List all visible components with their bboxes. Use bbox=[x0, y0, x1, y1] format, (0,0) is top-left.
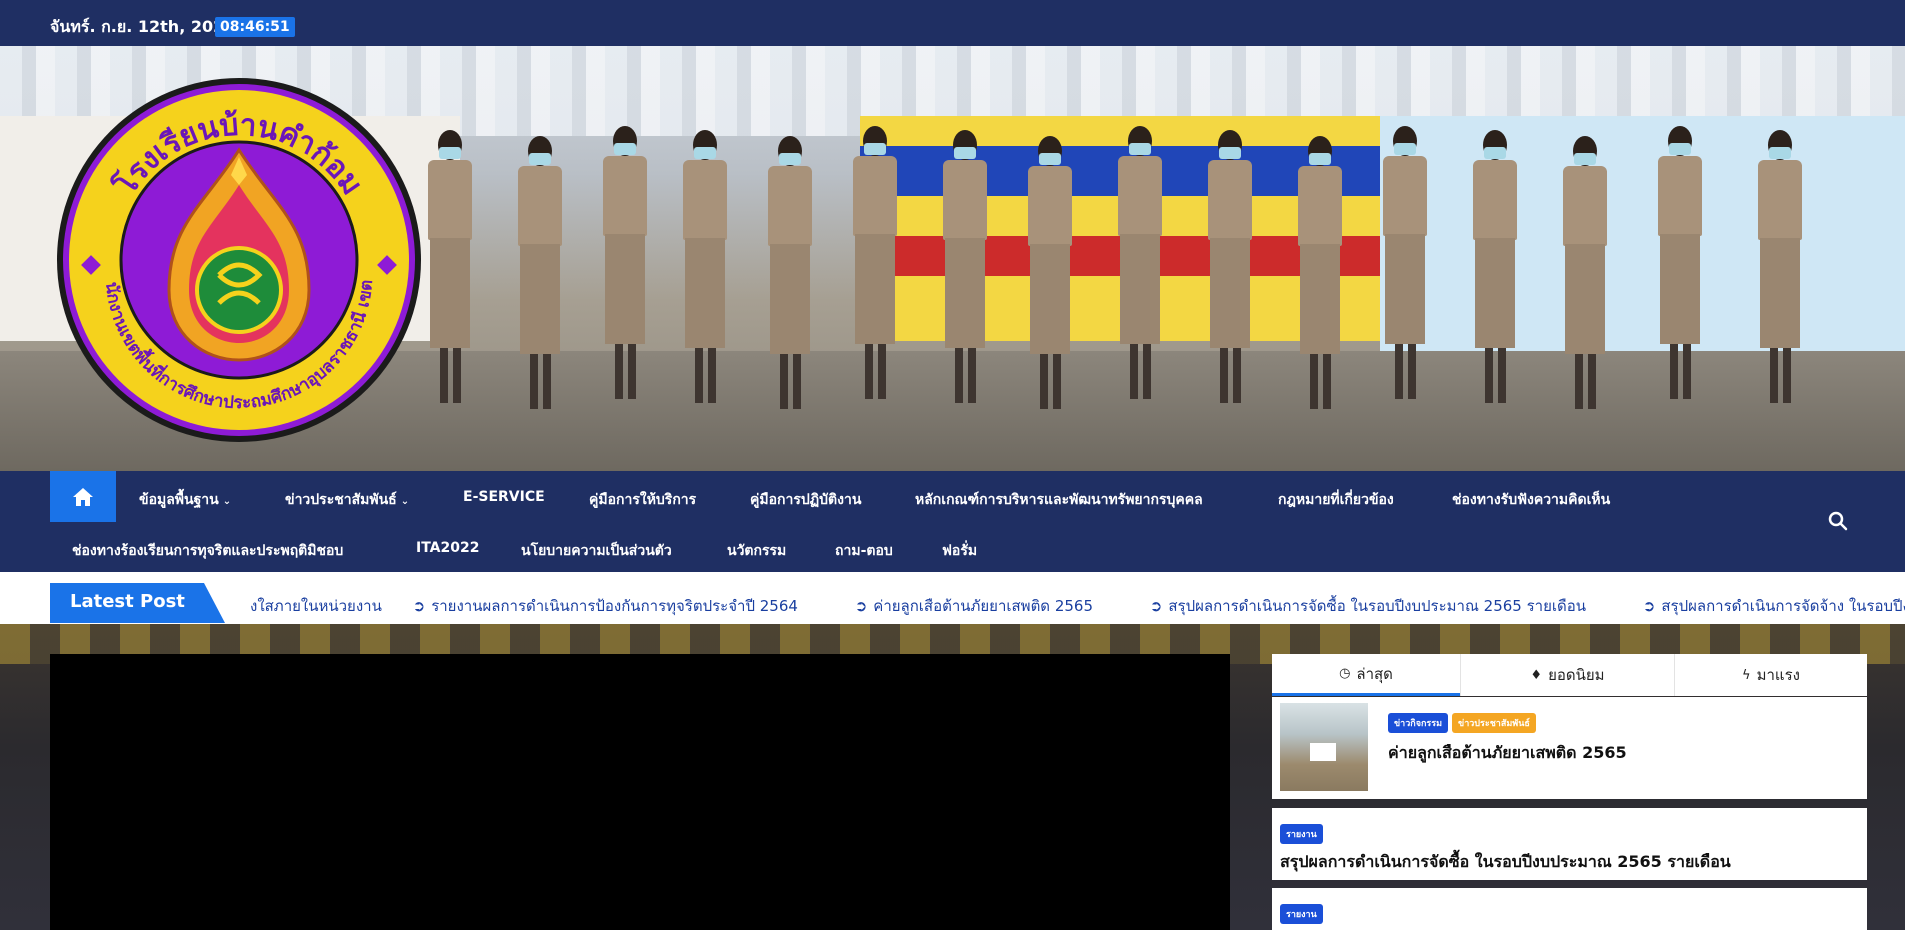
ticker-items: งใสภายในหน่วยงาน ➲ รายงานผลการดำเนินการป้… bbox=[250, 594, 1905, 618]
banner-person bbox=[760, 136, 820, 416]
home-icon bbox=[73, 487, 93, 506]
search-icon[interactable] bbox=[1828, 511, 1848, 531]
nav-item-basic-info[interactable]: ข้อมูลพื้นฐาน ⌄ bbox=[139, 489, 231, 511]
circle-arrow-icon: ➲ bbox=[1642, 597, 1656, 615]
banner-person bbox=[420, 130, 480, 410]
clock-icon: ◷ bbox=[1339, 666, 1351, 681]
nav-item-news[interactable]: ข่าวประชาสัมพันธ์ ⌄ bbox=[285, 489, 409, 511]
sidebar-tabs: ◷ ล่าสุด ♦ ยอดนิยม ϟ มาแรง bbox=[1272, 654, 1867, 696]
banner-people bbox=[420, 126, 1840, 409]
featured-video[interactable] bbox=[50, 654, 1230, 930]
nav-item-ita2022[interactable]: ITA2022 bbox=[416, 540, 479, 556]
nav-item-e-service[interactable]: E-SERVICE bbox=[463, 489, 545, 505]
ticker-item[interactable]: ➲สรุปผลการดำเนินการจัดจ้าง ในรอบปีงบประ bbox=[1643, 597, 1905, 615]
banner-person bbox=[1290, 136, 1350, 416]
nav-item-innovation[interactable]: นวัตกรรม bbox=[727, 540, 786, 562]
banner-person bbox=[1465, 130, 1525, 410]
nav-item-hr-criteria[interactable]: หลักเกณฑ์การบริหารและพัฒนาทรัพยากรบุคคล bbox=[915, 489, 1203, 511]
top-bar: จันทร์. ก.ย. 12th, 2022 08:46:51 bbox=[0, 0, 1905, 46]
nav-label: ข่าวประชาสัมพันธ์ bbox=[285, 492, 397, 508]
banner-person bbox=[1110, 126, 1170, 406]
school-logo[interactable]: โรงเรียนบ้านคำก้อม สำนักงานเขตพื้นที่การ… bbox=[54, 75, 424, 445]
main-navigation: ข้อมูลพื้นฐาน ⌄ ข่าวประชาสัมพันธ์ ⌄ E-SERV… bbox=[0, 471, 1905, 572]
ticker-item[interactable]: ➲ สรุปผลการดำเนินการจัดซื้อ ในรอบปีงบประม… bbox=[1150, 597, 1612, 615]
category-badge[interactable]: รายงาน bbox=[1280, 824, 1323, 844]
nav-item-operation-manual[interactable]: คู่มือการปฏิบัติงาน bbox=[750, 489, 861, 511]
post-categories: ข่าวกิจกรรม ข่าวประชาสัมพันธ์ bbox=[1388, 711, 1540, 733]
post-categories: รายงาน bbox=[1280, 822, 1327, 844]
latest-post-ticker: Latest Post งใสภายในหน่วยงาน ➲ รายงานผลกา… bbox=[0, 572, 1905, 624]
nav-item-qa[interactable]: ถาม-ตอบ bbox=[835, 540, 893, 562]
post-categories: รายงาน bbox=[1280, 902, 1327, 924]
circle-arrow-icon: ➲ bbox=[854, 597, 868, 615]
ticker-item[interactable]: ➲ รายงานผลการดำเนินการป้องกันการทุจริตประ… bbox=[413, 597, 824, 615]
post-title[interactable]: สรุปผลการดำเนินการจัดซื้อ ในรอบปีงบประมา… bbox=[1280, 850, 1731, 875]
nav-label: ข้อมูลพื้นฐาน bbox=[139, 492, 219, 508]
current-time: 08:46:51 bbox=[215, 17, 295, 37]
sidebar-post[interactable]: รายงาน สรุปผลการดำเนินการจัดซื้อ ในรอบปี… bbox=[1272, 808, 1867, 880]
home-button[interactable] bbox=[50, 471, 116, 522]
banner-person bbox=[1555, 136, 1615, 416]
category-badge[interactable]: รายงาน bbox=[1280, 904, 1323, 924]
banner-person bbox=[845, 126, 905, 406]
nav-item-service-manual[interactable]: คู่มือการให้บริการ bbox=[589, 489, 696, 511]
latest-post-label: Latest Post bbox=[50, 583, 225, 623]
sidebar-post[interactable]: ข่าวกิจกรรม ข่าวประชาสัมพันธ์ ค่ายลูกเสือ… bbox=[1272, 697, 1867, 799]
nav-item-feedback[interactable]: ช่องทางรับฟังความคิดเห็น bbox=[1452, 489, 1610, 511]
banner-person bbox=[1650, 126, 1710, 406]
banner-person bbox=[510, 136, 570, 416]
circle-arrow-icon: ➲ bbox=[1149, 597, 1163, 615]
tab-label: ล่าสุด bbox=[1356, 664, 1393, 683]
banner-person bbox=[935, 130, 995, 410]
circle-arrow-icon: ➲ bbox=[412, 597, 426, 615]
banner-person bbox=[675, 130, 735, 410]
tab-trending[interactable]: ϟ มาแรง bbox=[1674, 654, 1867, 696]
chevron-down-icon: ⌄ bbox=[222, 496, 232, 507]
category-badge[interactable]: ข่าวประชาสัมพันธ์ bbox=[1452, 713, 1536, 733]
banner-person bbox=[1200, 130, 1260, 410]
fire-icon: ♦ bbox=[1530, 667, 1543, 683]
tab-label: ยอดนิยม bbox=[1548, 666, 1605, 684]
bolt-icon: ϟ bbox=[1742, 667, 1751, 683]
sidebar-post[interactable]: รายงาน bbox=[1272, 888, 1867, 930]
nav-item-complaints[interactable]: ช่องทางร้องเรียนการทุจริตและประพฤติมิชอบ bbox=[72, 540, 343, 562]
tab-label: มาแรง bbox=[1756, 666, 1800, 684]
banner-person bbox=[1020, 136, 1080, 416]
tab-popular[interactable]: ♦ ยอดนิยม bbox=[1460, 654, 1674, 696]
nav-item-forum[interactable]: ฟอรั่ม bbox=[942, 540, 977, 562]
ticker-item[interactable]: ➲ ค่ายลูกเสือต้านภัยยาเสพติด 2565 bbox=[855, 597, 1119, 615]
nav-item-laws[interactable]: กฎหมายที่เกี่ยวข้อง bbox=[1278, 489, 1394, 511]
current-date: จันทร์. ก.ย. 12th, 2022 bbox=[50, 17, 236, 36]
post-thumbnail[interactable] bbox=[1280, 703, 1368, 791]
banner-person bbox=[595, 126, 655, 406]
post-title[interactable]: ค่ายลูกเสือต้านภัยยาเสพติด 2565 bbox=[1388, 741, 1627, 766]
banner-person bbox=[1750, 130, 1810, 410]
banner-person bbox=[1375, 126, 1435, 406]
tab-latest[interactable]: ◷ ล่าสุด bbox=[1272, 654, 1460, 696]
nav-item-privacy[interactable]: นโยบายความเป็นส่วนตัว bbox=[521, 540, 672, 562]
ticker-item[interactable]: งใสภายในหน่วยงาน bbox=[250, 597, 382, 615]
chevron-down-icon: ⌄ bbox=[400, 496, 410, 507]
category-badge[interactable]: ข่าวกิจกรรม bbox=[1388, 713, 1449, 733]
